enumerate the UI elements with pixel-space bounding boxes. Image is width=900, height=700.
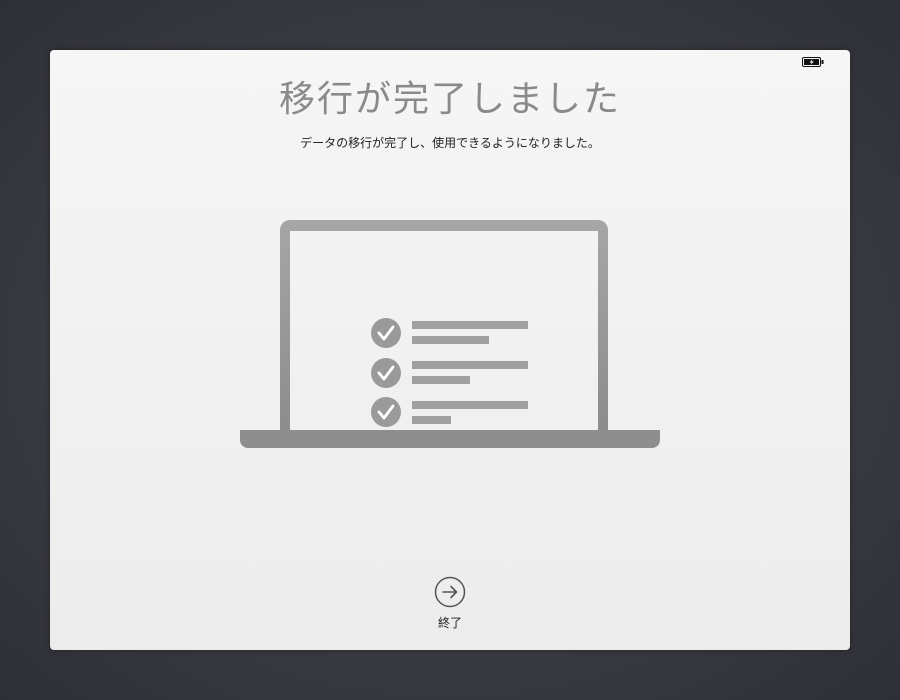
checklist-item [371,397,528,427]
migration-assistant-window: 移行が完了しました データの移行が完了し、使用できるようになりました。 終了 [50,50,850,650]
arrow-right-circle-icon[interactable] [434,576,466,608]
checklist-item [371,318,528,348]
laptop-checklist-icon [240,220,660,448]
finish-label[interactable]: 終了 [410,614,490,631]
checklist-item [371,358,528,388]
page-title: 移行が完了しました [278,79,621,120]
finish-button[interactable]: 終了 [410,576,490,636]
page-subtitle: データの移行が完了し、使用できるようになりました。 [300,136,600,150]
battery-charging-icon [802,57,824,67]
laptop-base [240,430,660,448]
